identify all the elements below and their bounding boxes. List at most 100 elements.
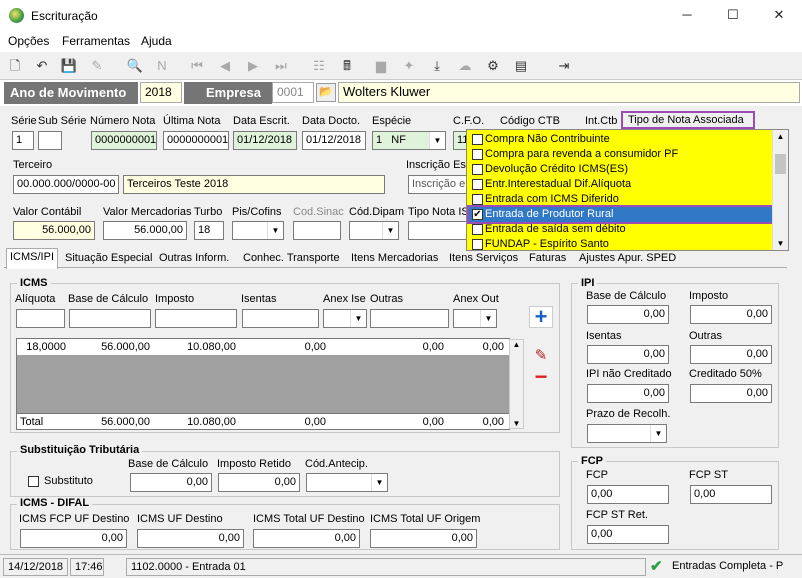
minimize-button[interactable]: ─: [664, 0, 710, 31]
save-icon[interactable]: 💾: [60, 57, 78, 75]
menu-opcoes[interactable]: Opções: [8, 34, 49, 48]
numero-input[interactable]: 0000000001: [91, 131, 157, 150]
ipi-isentas-input[interactable]: 0,00: [587, 345, 669, 364]
cloud-icon[interactable]: ☁: [456, 57, 474, 75]
folder-search-icon[interactable]: 📂: [316, 83, 336, 102]
anex-ise-select[interactable]: ▼: [323, 309, 367, 328]
maximize-button[interactable]: ☐: [710, 0, 756, 31]
ano-input[interactable]: 2018: [140, 82, 182, 103]
tab-itens-mercadorias[interactable]: Itens Mercadorias: [351, 250, 438, 268]
checkbox-icon[interactable]: [472, 194, 483, 205]
dropdown-item[interactable]: Devolução Crédito ICMS(ES): [469, 162, 772, 177]
scroll-down-icon[interactable]: ▼: [510, 419, 523, 428]
new-icon[interactable]: 🗋: [6, 57, 24, 75]
chevron-down-icon[interactable]: ▼: [350, 310, 366, 327]
tab-conhec-transporte[interactable]: Conhec. Transporte: [243, 250, 340, 268]
outras-input[interactable]: [370, 309, 449, 328]
scroll-up-icon[interactable]: ▲: [773, 132, 788, 141]
checkmark-icon[interactable]: ✔: [472, 209, 483, 220]
fcp-st-ret-input[interactable]: 0,00: [587, 525, 669, 544]
pis-cofins-select[interactable]: ▼: [232, 221, 284, 240]
checkbox-icon[interactable]: [472, 164, 483, 175]
ultima-input[interactable]: 0000000001: [163, 131, 229, 150]
difal-total-origem-input[interactable]: 0,00: [370, 529, 477, 548]
next-icon[interactable]: ▶: [244, 57, 262, 75]
empresa-code-input[interactable]: 0001: [272, 82, 314, 103]
cod-sinac-input[interactable]: [293, 221, 341, 240]
puzzle-icon[interactable]: ✦: [400, 57, 418, 75]
fcp-input[interactable]: 0,00: [587, 485, 669, 504]
cod-dipam-select[interactable]: ▼: [349, 221, 399, 240]
ipi-prazo-select[interactable]: ▼: [587, 424, 667, 443]
valor-mercadorias-input[interactable]: 56.000,00: [103, 221, 187, 240]
preview-icon[interactable]: 🔍: [126, 57, 144, 75]
checkbox-icon[interactable]: [472, 149, 483, 160]
chevron-down-icon[interactable]: ▼: [650, 425, 666, 442]
chevron-down-icon[interactable]: ▼: [382, 222, 398, 239]
ipi-outras-input[interactable]: 0,00: [690, 345, 772, 364]
first-icon[interactable]: ⏮: [188, 57, 206, 75]
dropdown-scrollbar[interactable]: ▲ ▼: [772, 130, 788, 250]
tab-ajustes-apur-sped[interactable]: Ajustes Apur. SPED: [579, 250, 676, 268]
tools-icon[interactable]: ✎: [88, 57, 106, 75]
close-button[interactable]: ✕: [756, 0, 802, 31]
undo-icon[interactable]: ↶: [33, 57, 51, 75]
cib-icon[interactable]: ⚙: [484, 57, 502, 75]
inscricao-input[interactable]: Inscrição e: [408, 175, 468, 194]
prev-icon[interactable]: ◀: [216, 57, 234, 75]
folder-icon[interactable]: ▆: [372, 57, 390, 75]
dropdown-item[interactable]: Compra para revenda a consumidor PF: [469, 147, 772, 162]
serie-input[interactable]: 1: [12, 131, 34, 150]
exit-icon[interactable]: ⇥: [555, 57, 573, 75]
difal-fcp-input[interactable]: 0,00: [20, 529, 127, 548]
chevron-down-icon[interactable]: ▼: [429, 132, 445, 149]
remove-icon[interactable]: −: [529, 366, 553, 388]
tab-faturas[interactable]: Faturas: [529, 250, 566, 268]
chevron-down-icon[interactable]: ▼: [267, 222, 283, 239]
chevron-down-icon[interactable]: ▼: [480, 310, 496, 327]
ipi-nao-creditado-input[interactable]: 0,00: [587, 384, 669, 403]
dropdown-item[interactable]: Entrada com ICMS Diferido: [469, 192, 772, 207]
especie-select[interactable]: 1 NF ▼: [372, 131, 446, 150]
table-row[interactable]: 18,0000 56.000,00 10.080,00 0,00 0,00 0,…: [17, 339, 509, 355]
scroll-thumb[interactable]: [775, 154, 786, 174]
difal-uf-destino-input[interactable]: 0,00: [137, 529, 244, 548]
isentas-input[interactable]: [242, 309, 319, 328]
grid-scrollbar[interactable]: ▲ ▼: [509, 339, 524, 429]
fcp-st-input[interactable]: 0,00: [690, 485, 772, 504]
scroll-down-icon[interactable]: ▼: [773, 239, 788, 248]
scroll-up-icon[interactable]: ▲: [510, 340, 523, 349]
dropdown-item[interactable]: Compra Não Contribuinte: [469, 132, 772, 147]
tab-outras-inform[interactable]: Outras Inform.: [159, 250, 229, 268]
cfo-input[interactable]: 11: [453, 131, 467, 150]
st-retido-input[interactable]: 0,00: [218, 473, 300, 492]
subserie-input[interactable]: [38, 131, 62, 150]
add-icon[interactable]: +: [529, 306, 553, 328]
tab-icms-ipi[interactable]: ICMS/IPI: [6, 248, 59, 269]
dropdown-item[interactable]: Entr.Interestadual Dif.Alíquota: [469, 177, 772, 192]
anex-out-select[interactable]: ▼: [453, 309, 497, 328]
edit-icon[interactable]: ✎: [529, 346, 553, 366]
base-input[interactable]: [69, 309, 151, 328]
dropdown-item[interactable]: Entrada de saída sem débito: [469, 222, 772, 237]
imposto-input[interactable]: [155, 309, 237, 328]
tipo-nota-dropdown[interactable]: Compra Não Contribuinte Compra para reve…: [466, 129, 789, 251]
valor-contabil-input[interactable]: 56.000,00: [13, 221, 95, 240]
dropdown-item-selected[interactable]: ✔ Entrada de Produtor Rural: [467, 205, 774, 224]
terceiro-cnpj-input[interactable]: 00.000.000/0000-00: [13, 175, 119, 194]
data-docto-input[interactable]: 01/12/2018: [302, 131, 366, 150]
nfe-icon[interactable]: N: [153, 57, 171, 75]
tree-icon[interactable]: ☷: [310, 57, 328, 75]
ipi-base-input[interactable]: 0,00: [587, 305, 669, 324]
checkbox-icon[interactable]: [472, 239, 483, 250]
difal-total-destino-input[interactable]: 0,00: [253, 529, 360, 548]
chevron-down-icon[interactable]: ▼: [371, 474, 387, 491]
tab-itens-servicos[interactable]: Itens Serviços: [449, 250, 518, 268]
checkbox-icon[interactable]: [472, 224, 483, 235]
ipi-creditado50-input[interactable]: 0,00: [690, 384, 772, 403]
st-cod-select[interactable]: ▼: [306, 473, 388, 492]
ipi-imposto-input[interactable]: 0,00: [690, 305, 772, 324]
data-escrit-input[interactable]: 01/12/2018: [233, 131, 297, 150]
aliquota-input[interactable]: [16, 309, 65, 328]
menu-ajuda[interactable]: Ajuda: [141, 34, 172, 48]
